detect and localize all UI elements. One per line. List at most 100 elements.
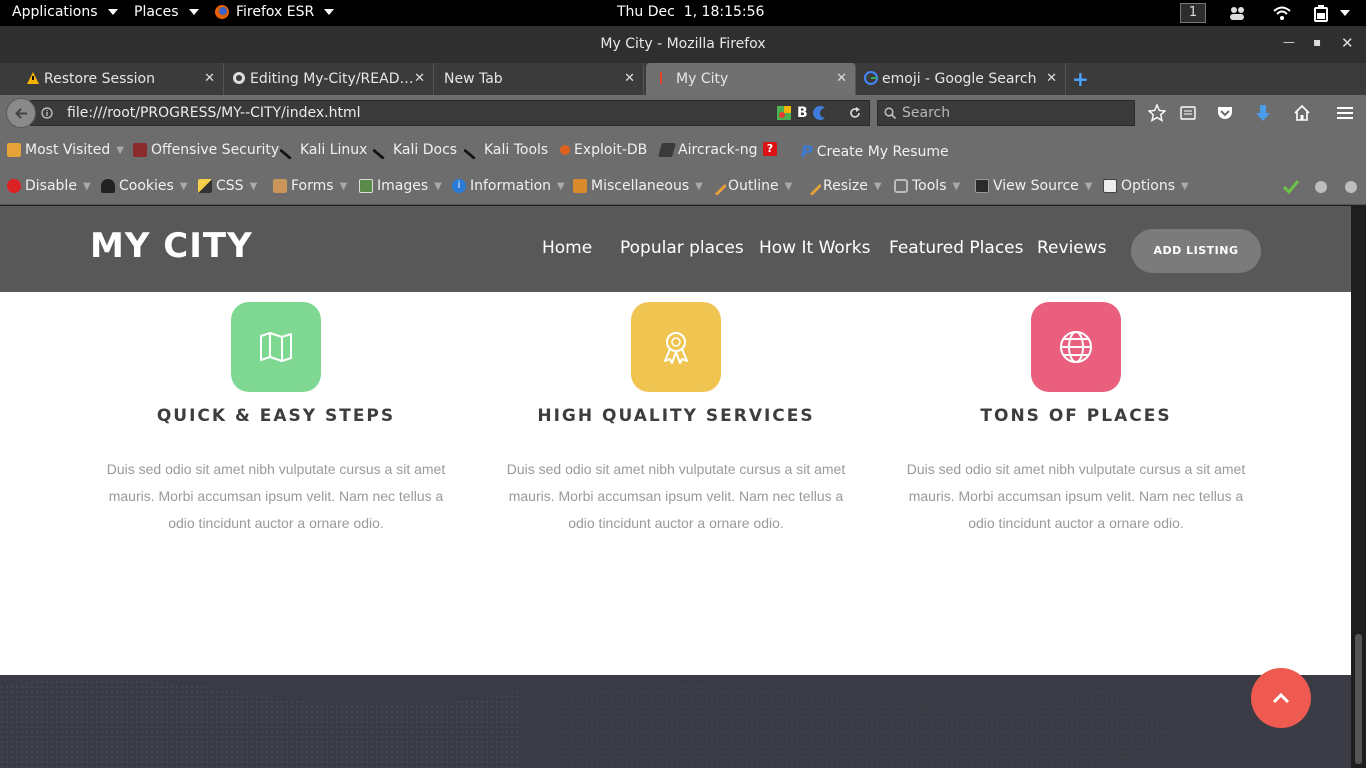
tab-new-tab[interactable]: New Tab ✕: [436, 63, 644, 95]
wifi-icon[interactable]: [1273, 5, 1291, 21]
source-icon: [975, 179, 989, 193]
minimize-button[interactable]: —: [1283, 35, 1295, 49]
close-tab-icon[interactable]: ✕: [624, 71, 635, 86]
feature-icon-box: [631, 302, 721, 392]
search-input[interactable]: Search: [877, 100, 1135, 126]
nav-home[interactable]: Home: [542, 238, 592, 258]
tab-editing-readme[interactable]: Editing My-City/READ… ✕: [226, 63, 434, 95]
back-button[interactable]: [6, 98, 36, 128]
bookmark-create-resume[interactable]: P Create My Resume: [801, 142, 949, 161]
chevron-down-icon: ▼: [1084, 180, 1093, 192]
chevron-down-icon: ▼: [873, 180, 882, 192]
maps-extension-icon[interactable]: [777, 106, 791, 120]
people-icon[interactable]: [1228, 5, 1246, 21]
nav-popular-places[interactable]: Popular places: [620, 238, 744, 258]
bookmark-kali-tools[interactable]: Kali Tools: [463, 140, 549, 160]
add-listing-button[interactable]: ADD LISTING: [1131, 229, 1261, 273]
webdev-view-source[interactable]: View Source ▼: [975, 178, 1092, 194]
tab-emoji-google[interactable]: emoji - Google Search ✕: [858, 63, 1066, 95]
status-dot-icon[interactable]: [1314, 180, 1328, 194]
page-scrollbar[interactable]: [1351, 206, 1366, 768]
nav-featured-places[interactable]: Featured Places: [889, 238, 1024, 258]
close-window-button[interactable]: ✕: [1341, 34, 1354, 52]
firefox-app-menu[interactable]: Firefox ESR: [214, 4, 335, 20]
webdev-information[interactable]: i Information ▼: [452, 178, 565, 194]
misc-icon: [573, 179, 587, 193]
places-menu[interactable]: Places: [134, 4, 199, 20]
bookmark-kali-linux[interactable]: Kali Linux: [279, 140, 367, 160]
reading-list-icon[interactable]: [1180, 104, 1196, 122]
scrollbar-thumb[interactable]: [1355, 634, 1362, 764]
webdev-label: Forms: [291, 178, 334, 194]
close-tab-icon[interactable]: ✕: [414, 71, 425, 86]
tab-my-city[interactable]: My City ✕: [646, 63, 856, 95]
disable-icon: [7, 179, 21, 193]
status-dot-icon[interactable]: [1344, 180, 1358, 194]
bookmark-most-visited[interactable]: Most Visited ▼: [7, 142, 124, 158]
bookmark-exploit-db[interactable]: Exploit-DB: [560, 142, 647, 158]
feature-title: QUICK & EASY STEPS: [156, 406, 396, 426]
webdev-disable[interactable]: Disable ▼: [7, 178, 91, 194]
battery-icon[interactable]: [1314, 5, 1328, 22]
site-logo[interactable]: MY CITY: [90, 226, 253, 266]
back-to-top-button[interactable]: [1251, 668, 1311, 728]
chevron-down-icon: ▼: [339, 180, 348, 192]
webdev-tools[interactable]: Tools ▼: [894, 178, 960, 194]
css-wand-icon: [198, 179, 212, 193]
webdev-options[interactable]: Options ▼: [1103, 178, 1189, 194]
webdev-miscellaneous[interactable]: Miscellaneous ▼: [573, 178, 703, 194]
webdev-label: Images: [377, 178, 429, 194]
reload-icon[interactable]: [849, 107, 861, 119]
bookmark-help[interactable]: ?: [763, 142, 777, 156]
nav-reviews[interactable]: Reviews: [1037, 238, 1107, 258]
bookmark-kali-docs[interactable]: Kali Docs: [372, 140, 458, 160]
star-icon[interactable]: [1148, 104, 1166, 122]
info-icon[interactable]: [41, 107, 53, 119]
applications-menu[interactable]: Applications: [12, 4, 118, 20]
webdev-label: Cookies: [119, 178, 174, 194]
system-top-bar: Applications Places Firefox ESR Thu Dec …: [0, 0, 1366, 26]
webdev-outline[interactable]: Outline ▼: [707, 176, 793, 196]
bookmark-label: Most Visited: [25, 142, 111, 158]
bookmark-offensive-security[interactable]: Offensive Security: [133, 142, 279, 158]
close-tab-icon[interactable]: ✕: [1046, 71, 1057, 86]
bookmark-label: Kali Tools: [484, 142, 549, 158]
applications-label: Applications: [12, 4, 98, 20]
clock-label: Thu Dec 1, 18:15:56: [617, 4, 765, 20]
info-icon: i: [452, 179, 466, 193]
pocket-icon[interactable]: [1216, 104, 1234, 122]
chevron-down-icon: ▼: [179, 180, 188, 192]
bookmark-extension-icon[interactable]: B: [797, 101, 808, 125]
webdev-images[interactable]: Images ▼: [359, 178, 442, 194]
webdev-resize[interactable]: Resize ▼: [802, 176, 882, 196]
webdev-forms[interactable]: Forms ▼: [273, 178, 347, 194]
webdev-css[interactable]: CSS ▼: [198, 178, 257, 194]
download-icon[interactable]: [1255, 104, 1271, 122]
feature-card: HIGH QUALITY SERVICES Duis sed odio sit …: [476, 302, 876, 537]
tools-icon: [894, 179, 908, 193]
bookmark-label: Kali Docs: [393, 142, 458, 158]
workspace-indicator[interactable]: 1: [1180, 3, 1206, 23]
home-icon[interactable]: [1293, 104, 1311, 122]
web-developer-toolbar: Disable ▼ Cookies ▼ CSS ▼ Forms ▼ Images ▼ iI…: [0, 169, 1366, 205]
chevron-down-icon: ▼: [784, 180, 793, 192]
moon-extension-icon[interactable]: [813, 106, 829, 120]
bookmark-aircrack-ng[interactable]: Aircrack-ng: [658, 142, 758, 158]
firefox-icon: [215, 5, 229, 19]
url-bar[interactable]: file:///root/PROGRESS/MY--CITY/index.htm…: [30, 100, 870, 126]
tab-restore-session[interactable]: Restore Session ✕: [20, 63, 224, 95]
close-tab-icon[interactable]: ✕: [204, 71, 215, 86]
maximize-button[interactable]: ▪: [1313, 35, 1321, 49]
menu-icon[interactable]: [1336, 104, 1354, 122]
search-icon: [884, 107, 896, 119]
clock[interactable]: Thu Dec 1, 18:15:56: [617, 4, 764, 20]
new-tab-button[interactable]: +: [1072, 67, 1089, 91]
window-titlebar: My City - Mozilla Firefox — ▪ ✕: [0, 26, 1366, 63]
feature-description: Duis sed odio sit amet nibh vulputate cu…: [906, 461, 1246, 531]
browser-label: Firefox ESR: [236, 4, 315, 20]
close-tab-icon[interactable]: ✕: [836, 71, 847, 86]
chevron-down-icon[interactable]: [1340, 10, 1350, 16]
nav-how-it-works[interactable]: How It Works: [759, 238, 870, 258]
check-icon[interactable]: [1283, 180, 1299, 194]
webdev-cookies[interactable]: Cookies ▼: [101, 178, 188, 194]
